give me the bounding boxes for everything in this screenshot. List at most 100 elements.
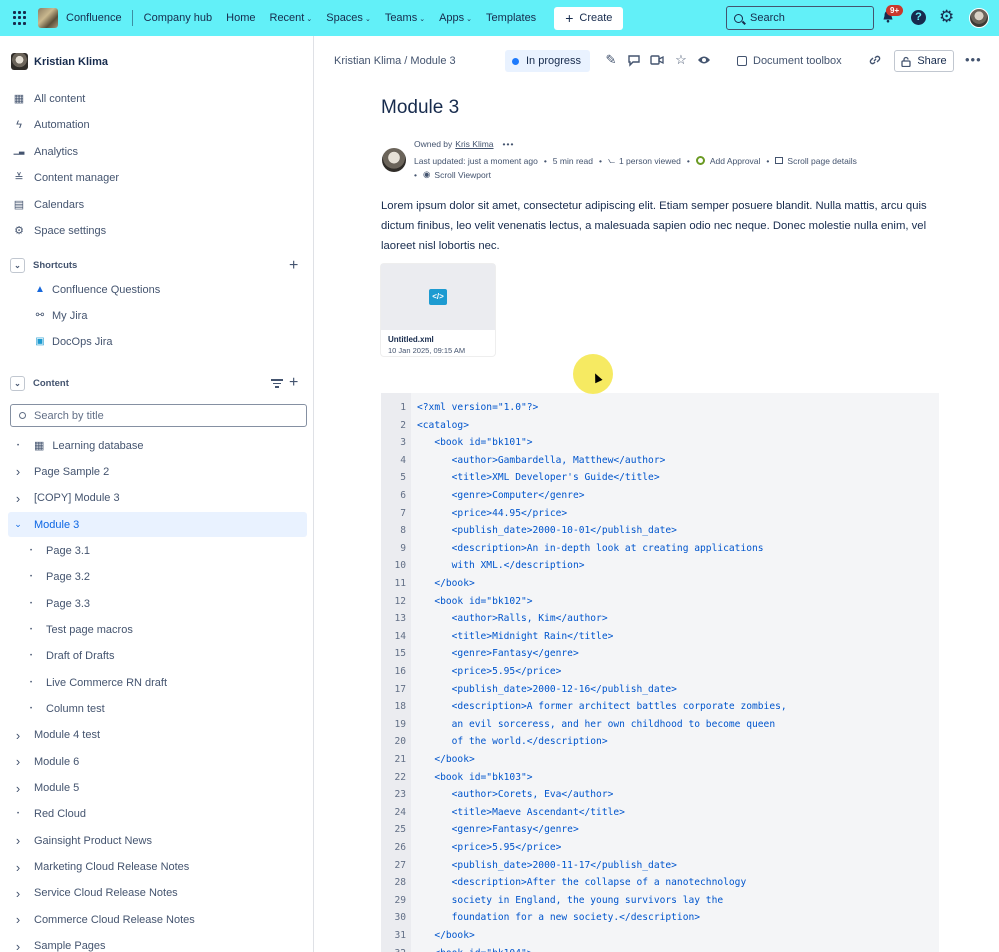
viewed-count[interactable]: 1 person viewed xyxy=(619,156,681,166)
settings-gear-icon[interactable]: ⚙ xyxy=(939,8,954,25)
shortcut-docops-jira[interactable]: ▣ DocOps Jira xyxy=(34,336,112,348)
sidebar-item-content-manager[interactable]: ≚ Content manager xyxy=(13,172,119,184)
add-approval-link[interactable]: Add Approval xyxy=(710,156,761,166)
tree-item[interactable]: • Live Commerce RN draft xyxy=(8,670,307,695)
tree-item-label: Red Cloud xyxy=(34,808,86,821)
scroll-viewport-link[interactable]: Scroll Viewport xyxy=(434,170,491,180)
tree-item[interactable]: • Column test xyxy=(8,697,307,722)
owner-link[interactable]: Kris Klima xyxy=(455,139,493,149)
status-badge[interactable]: In progress xyxy=(505,50,591,72)
code-text: <title>Maeve Ascendant</title> xyxy=(417,806,625,818)
tree-item[interactable]: • Page 3.1 xyxy=(8,538,307,563)
tree-item[interactable]: • Red Cloud xyxy=(8,802,307,827)
chevron-right-icon[interactable]: › xyxy=(12,728,24,743)
code-line: 4 <author>Gambardella, Matthew</author> xyxy=(381,452,939,470)
sidebar-item-automation[interactable]: ϟ Automation xyxy=(13,119,90,131)
sidebar-item-analytics[interactable]: ▁▃ Analytics xyxy=(13,146,78,158)
tree-item[interactable]: › Module 4 test xyxy=(8,723,307,748)
help-icon[interactable]: ? xyxy=(911,10,926,25)
scroll-page-details-link[interactable]: Scroll page details xyxy=(787,156,856,166)
search-input[interactable]: Search xyxy=(726,6,874,30)
chevron-right-icon[interactable]: › xyxy=(12,781,24,796)
watch-eye-icon[interactable] xyxy=(697,53,711,67)
tree-item[interactable]: › Page Sample 2 xyxy=(8,459,307,484)
line-number: 9 xyxy=(400,542,406,554)
tree-item[interactable]: › Marketing Cloud Release Notes xyxy=(8,855,307,880)
product-name[interactable]: Confluence xyxy=(66,12,122,24)
viewport-eye-icon: ◉ xyxy=(422,169,431,179)
chevron-down-icon[interactable]: ⌄ xyxy=(10,376,25,391)
tree-item[interactable]: › Service Cloud Release Notes xyxy=(8,881,307,906)
content-search-input[interactable]: Search by title xyxy=(10,404,307,427)
chevron-right-icon[interactable]: › xyxy=(12,939,24,952)
site-logo[interactable] xyxy=(38,8,58,28)
nav-spaces[interactable]: Spaces ⌄ xyxy=(326,12,371,24)
chevron-right-icon[interactable]: › xyxy=(12,491,24,506)
tree-item[interactable]: ⌄ Module 3 xyxy=(8,512,307,538)
app-switcher-icon[interactable] xyxy=(13,11,27,25)
tree-item-label: Page 3.3 xyxy=(46,597,91,610)
comment-icon[interactable] xyxy=(627,53,641,67)
add-shortcut-plus-icon[interactable]: + xyxy=(289,258,298,274)
document-toolbox-button[interactable]: Document toolbox xyxy=(737,55,842,67)
byline-details: Last updated: just a moment ago • 5 min … xyxy=(414,155,857,166)
filter-icon[interactable] xyxy=(271,377,283,390)
chevron-right-icon[interactable]: › xyxy=(12,886,24,901)
star-icon[interactable]: ☆ xyxy=(674,53,688,67)
code-line: 28 <description>After the collapse of a … xyxy=(381,874,939,892)
shortcut-confluence-questions[interactable]: ▲ Confluence Questions xyxy=(34,284,160,296)
chevron-right-icon[interactable]: › xyxy=(12,464,24,479)
byline-more-icon[interactable]: ••• xyxy=(503,139,515,149)
create-content-plus-icon[interactable]: + xyxy=(289,375,298,391)
share-button[interactable]: Share xyxy=(894,50,954,72)
chevron-down-icon[interactable]: ⌄ xyxy=(10,258,25,273)
create-button[interactable]: + Create xyxy=(554,6,624,30)
video-icon[interactable] xyxy=(650,53,664,67)
chevron-down-icon[interactable]: ⌄ xyxy=(12,519,24,530)
code-line: 6 <genre>Computer</genre> xyxy=(381,487,939,505)
owner-avatar[interactable] xyxy=(382,148,406,172)
shortcut-my-jira[interactable]: ⚯ My Jira xyxy=(34,310,88,322)
space-header[interactable]: Kristian Klima xyxy=(11,53,108,70)
tree-item[interactable]: • ▦ Learning database xyxy=(8,433,307,458)
code-line: 15 <genre>Fantasy</genre> xyxy=(381,645,939,663)
shortcuts-header[interactable]: ⌄ Shortcuts xyxy=(10,258,77,273)
tree-item[interactable]: › Sample Pages xyxy=(8,934,307,952)
tree-item[interactable]: › Commerce Cloud Release Notes xyxy=(8,907,307,932)
tree-item[interactable]: • Draft of Drafts xyxy=(8,644,307,669)
chevron-right-icon[interactable]: › xyxy=(12,912,24,927)
sidebar-item-space-settings[interactable]: ⚙ Space settings xyxy=(13,225,106,237)
code-line: 17 <publish_date>2000-12-16</publish_dat… xyxy=(381,681,939,699)
nav-teams[interactable]: Teams ⌄ xyxy=(385,12,425,24)
attachment-date: 10 Jan 2025, 09:15 AM xyxy=(388,346,466,355)
edit-pencil-icon[interactable]: ✎ xyxy=(604,53,618,67)
chevron-right-icon[interactable]: › xyxy=(12,754,24,769)
tree-item[interactable]: • Page 3.3 xyxy=(8,591,307,616)
line-number: 6 xyxy=(400,490,406,501)
link-icon[interactable] xyxy=(868,53,882,67)
tree-item[interactable]: › Module 6 xyxy=(8,749,307,774)
nav-apps[interactable]: Apps ⌄ xyxy=(439,12,472,24)
nav-company-hub[interactable]: Company hub xyxy=(144,12,213,24)
tree-item[interactable]: › [COPY] Module 3 xyxy=(8,486,307,511)
nav-home[interactable]: Home xyxy=(226,12,255,24)
tree-item[interactable]: › Module 5 xyxy=(8,776,307,801)
breadcrumb[interactable]: Kristian Klima / Module 3 xyxy=(334,55,456,67)
code-block[interactable]: 1 <?xml version="1.0"?> 2 <catalog> 3 <book … xyxy=(381,393,939,952)
tree-item[interactable]: • Page 3.2 xyxy=(8,565,307,590)
attachment-card[interactable]: </> Untitled.xml 10 Jan 2025, 09:15 AM xyxy=(381,264,495,356)
tree-item[interactable]: • Test page macros xyxy=(8,617,307,642)
sidebar-item-all-content[interactable]: ▦ All content xyxy=(13,93,86,105)
code-line: 30 foundation for a new society.</descri… xyxy=(381,909,939,927)
profile-avatar[interactable] xyxy=(969,8,989,28)
more-actions-icon[interactable]: ••• xyxy=(965,52,982,67)
chevron-right-icon[interactable]: › xyxy=(12,860,24,875)
bullet-icon: • xyxy=(29,600,33,607)
sidebar-item-calendars[interactable]: ▤ Calendars xyxy=(13,199,84,211)
chevron-right-icon[interactable]: › xyxy=(12,833,24,848)
tree-item[interactable]: › Gainsight Product News xyxy=(8,828,307,853)
content-header[interactable]: ⌄ Content xyxy=(10,376,69,391)
nav-label: Company hub xyxy=(143,12,213,24)
nav-recent[interactable]: Recent ⌄ xyxy=(270,12,313,24)
nav-templates[interactable]: Templates xyxy=(486,12,536,24)
